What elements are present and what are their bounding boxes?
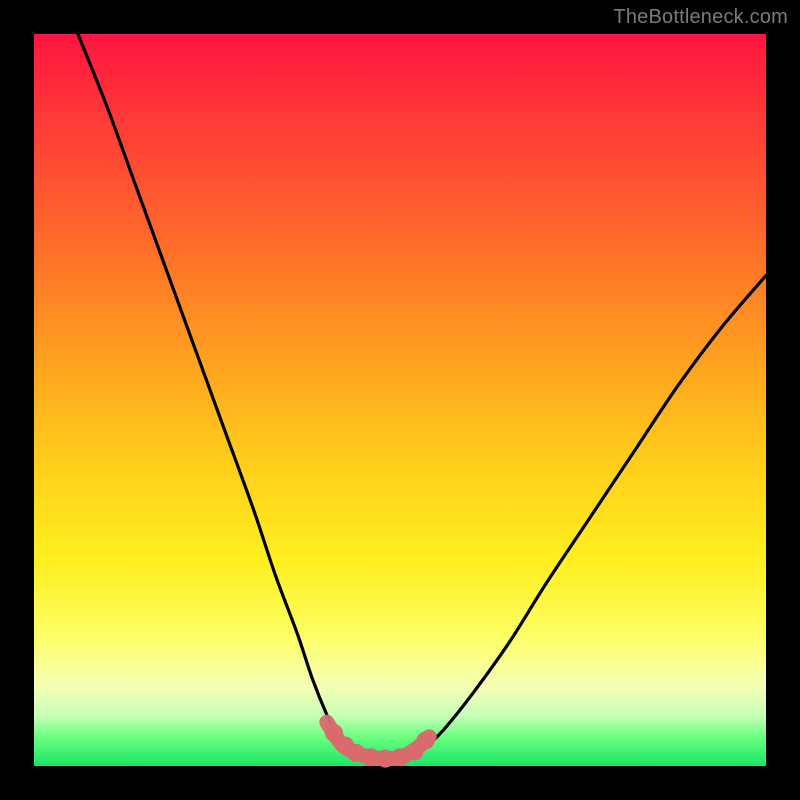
valley-marker — [417, 731, 435, 749]
outer-frame: TheBottleneck.com — [0, 0, 800, 800]
watermark-text: TheBottleneck.com — [613, 6, 788, 29]
right-branch-path — [422, 276, 766, 752]
curve-group — [78, 34, 766, 768]
left-branch-path — [78, 34, 349, 751]
valley-markers-group — [325, 724, 435, 768]
plot-area — [34, 34, 766, 766]
chart-svg — [34, 34, 766, 766]
